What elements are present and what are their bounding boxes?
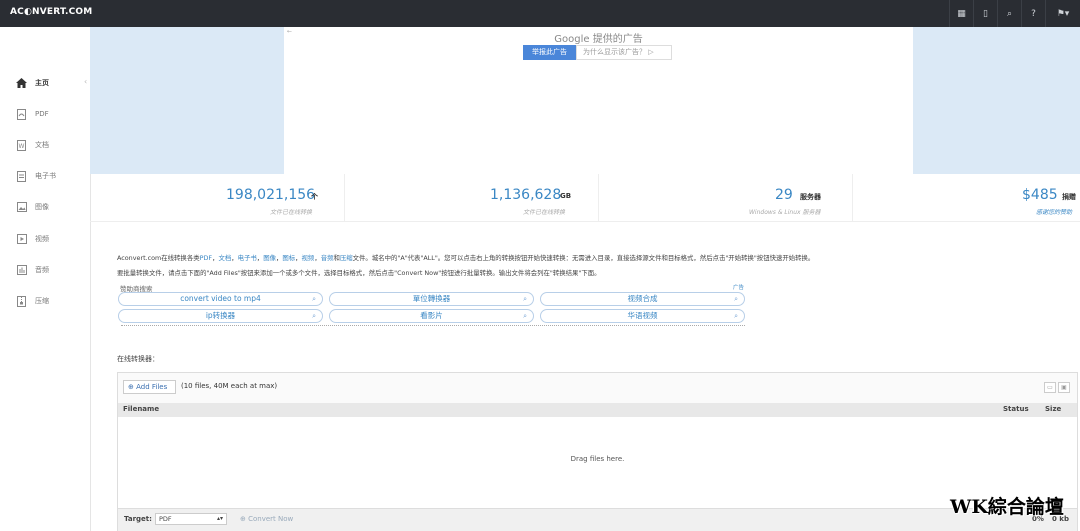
converter-title: 在线转换器： [117, 355, 159, 363]
top-navbar: AC◐NVERT.COM ▦ ▯ ⌕ ? ⚑▾ [0, 0, 1080, 27]
why-ad-button[interactable]: 为什么显示该广告？ ▷ [576, 45, 672, 60]
sponsor-pill[interactable]: ip转换器 ⌕ [118, 309, 323, 323]
watermark: WK綜合論壇 [950, 496, 1064, 518]
pdf-icon [16, 108, 27, 120]
column-size: Size [1045, 405, 1062, 413]
sponsor-pill[interactable]: 單位轉換器 ⌕ [329, 292, 534, 306]
ad-label: 广告 [733, 285, 745, 291]
search-icon: ⌕ [523, 312, 527, 320]
link-icon[interactable]: 图标 [282, 254, 295, 262]
link-ebook[interactable]: 电子书 [238, 254, 257, 262]
stat-value: 198,021,156 [226, 187, 316, 203]
sponsor-pill[interactable]: convert video to mp4 ⌕ [118, 292, 323, 306]
image-icon [16, 202, 27, 213]
search-icon: ⌕ [523, 295, 527, 303]
search-icon: ⌕ [734, 295, 738, 303]
report-ad-button[interactable]: 举报此广告 [523, 45, 576, 60]
tablet-icon[interactable]: ▯ [973, 0, 997, 27]
sidebar-item-video[interactable]: 视频 [0, 224, 90, 254]
stat-unit: 个 [311, 193, 318, 201]
sidebar-item-image[interactable]: 图像 [0, 192, 90, 222]
stat-data: 1,136,628 GB 文件已在线转换 [344, 174, 599, 221]
stat-caption: 文件已在线转换 [270, 209, 313, 216]
list-view-icon[interactable]: ▭ [1044, 382, 1056, 393]
stat-caption: 文件已在线转换 [523, 209, 566, 216]
grid-icon[interactable]: ▦ [949, 0, 973, 27]
sidebar-item-audio[interactable]: 音频 [0, 255, 90, 285]
archive-icon [16, 295, 27, 307]
stat-files: 198,021,156 个 文件已在线转换 [90, 174, 345, 221]
converter-panel: ⊕ Add Files (10 files, 40M each at max) … [117, 372, 1078, 531]
audio-icon [16, 265, 27, 276]
convert-now-button[interactable]: ⊕ Convert Now [240, 515, 293, 523]
svg-text:W: W [19, 143, 25, 150]
stat-value: 29 [775, 187, 793, 203]
link-document[interactable]: 文档 [218, 254, 231, 262]
intro-line-1: Aconvert.com在线转换各类PDF，文档，电子书，图像，图标，视频，音频… [117, 254, 815, 262]
converter-toolbar: ⊕ Add Files (10 files, 40M each at max) … [118, 373, 1077, 404]
top-icon-bar: ▦ ▯ ⌕ ? ⚑▾ [949, 0, 1080, 27]
intro-text: Aconvert.com在线转换各类PDF，文档，电子书，图像，图标，视频，音频… [117, 251, 877, 281]
stat-caption[interactable]: 感谢您的赞助 [1036, 207, 1072, 216]
column-filename: Filename [123, 405, 160, 413]
stat-unit: 服务器 [800, 193, 821, 201]
sidebar-item-home[interactable]: 主页 [0, 68, 90, 98]
stats-bar: 198,021,156 个 文件已在线转换 1,136,628 GB 文件已在线… [90, 174, 1080, 222]
link-image[interactable]: 图像 [263, 254, 276, 262]
search-icon: ⌕ [312, 295, 316, 303]
ad-title: Google 提供的广告 [554, 34, 643, 45]
home-icon [16, 78, 27, 89]
chevron-down-icon: ▴▾ [216, 515, 223, 522]
column-status: Status [1003, 405, 1029, 413]
search-icon[interactable]: ⌕ [997, 0, 1021, 27]
sidebar-item-document[interactable]: W 文档 [0, 130, 90, 160]
sponsor-pill[interactable]: 视频合成 ⌕ [540, 292, 745, 306]
add-files-button[interactable]: ⊕ Add Files [123, 380, 176, 394]
files-limit-note: (10 files, 40M each at max) [181, 382, 278, 390]
video-icon [16, 234, 27, 245]
link-video[interactable]: 视频 [302, 254, 315, 262]
stat-caption: Windows & Linux 服务器 [749, 209, 821, 216]
converter-footer: Target: PDF ▴▾ ⊕ Convert Now 0% 0 kb [118, 508, 1077, 531]
file-table-header: Filename Status Size [118, 403, 1077, 417]
sponsor-pill[interactable]: 看影片 ⌕ [329, 309, 534, 323]
intro-line-2: 要批量转换文件，请点击下面的"Add Files"按钮来添加一个或多个文件，选择… [117, 269, 601, 277]
stat-value: $485 [1022, 187, 1058, 203]
link-pdf[interactable]: PDF [200, 254, 212, 262]
google-ad: ← Google 提供的广告 举报此广告 为什么显示该广告？ ▷ [284, 27, 913, 174]
stat-unit: 捐赠 [1062, 193, 1076, 201]
search-icon: ⌕ [312, 312, 316, 320]
ebook-icon [16, 170, 27, 182]
stat-donations: $485 捐赠 感谢您的赞助 [852, 174, 1080, 221]
help-icon[interactable]: ? [1021, 0, 1045, 27]
link-audio[interactable]: 音频 [321, 254, 334, 262]
plus-icon: ⊕ [128, 383, 134, 391]
search-icon: ⌕ [734, 312, 738, 320]
sponsor-pill[interactable]: 华语视频 ⌕ [540, 309, 745, 323]
document-icon: W [16, 139, 27, 151]
stat-value: 1,136,628 [490, 187, 562, 203]
sidebar-item-archive[interactable]: 压缩 [0, 286, 90, 316]
sidebar-item-ebook[interactable]: 电子书 [0, 161, 90, 191]
divider [121, 325, 745, 326]
site-logo[interactable]: AC◐NVERT.COM [10, 7, 92, 17]
sidebar-item-pdf[interactable]: PDF [0, 99, 90, 129]
grid-view-icon[interactable]: ▣ [1058, 382, 1070, 393]
language-icon[interactable]: ⚑▾ [1045, 0, 1080, 27]
banner-right [913, 27, 1080, 174]
target-select[interactable]: PDF ▴▾ [155, 513, 227, 525]
stat-servers: 29 服务器 Windows & Linux 服务器 [598, 174, 853, 221]
stat-unit: GB [560, 192, 572, 200]
target-label: Target: [124, 515, 152, 523]
banner-left [90, 27, 284, 174]
sidebar: 主页 PDF W 文档 电子书 图像 视频 音频 压缩 ‹ [0, 27, 91, 531]
link-archive[interactable]: 压缩 [340, 254, 353, 262]
drop-zone[interactable]: Drag files here. [118, 455, 1077, 463]
